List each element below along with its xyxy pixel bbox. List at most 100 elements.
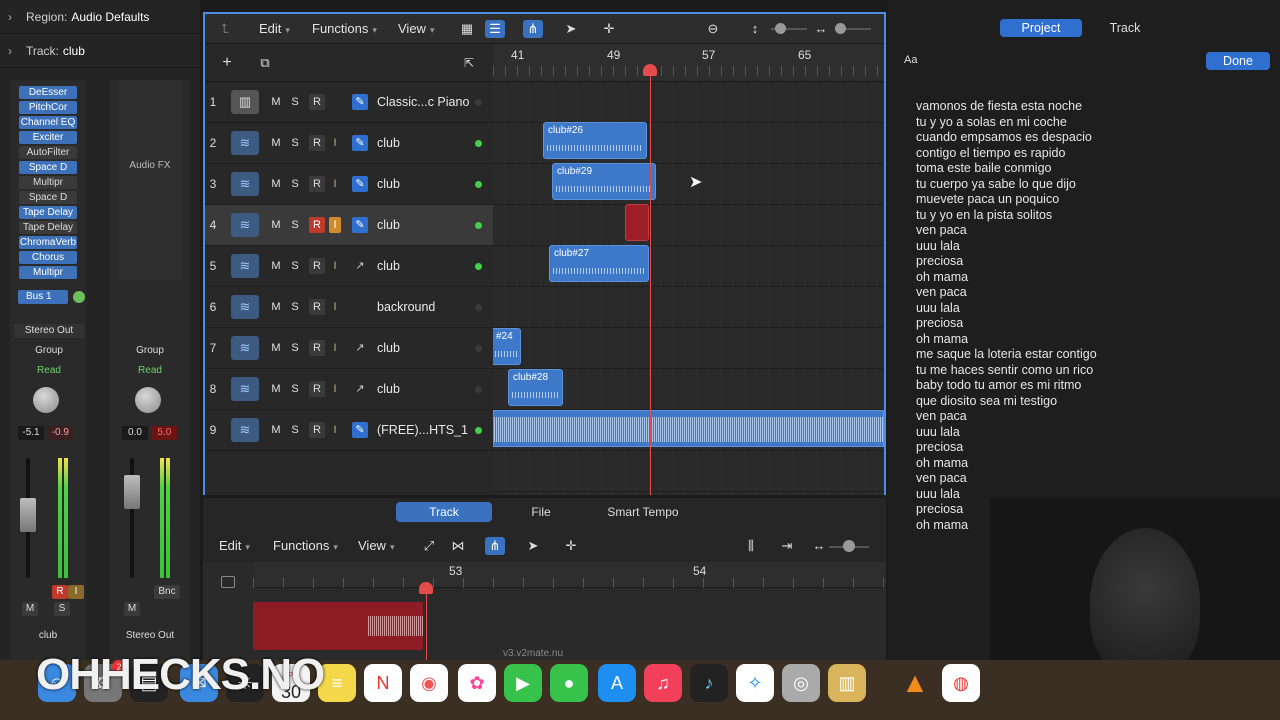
automation-read[interactable]: Read xyxy=(114,365,186,376)
editor-view-menu[interactable]: View ▾ xyxy=(358,536,394,556)
mute-button[interactable]: M xyxy=(269,259,283,273)
track-name[interactable]: (FREE)...HTS_1 xyxy=(377,423,468,437)
record-enable-button[interactable]: R xyxy=(309,135,325,151)
vertical-zoom-icon[interactable]: ↕ xyxy=(745,20,765,38)
audio-region[interactable]: club#26 xyxy=(543,122,647,159)
arrange-area[interactable]: 41 49 57 65 club#26 club#29 club#27 #24 … xyxy=(493,44,884,495)
mute-button[interactable]: M xyxy=(269,300,283,314)
mute-button[interactable]: M xyxy=(22,602,38,616)
automation-icon[interactable]: ↗ xyxy=(352,340,368,356)
plugin-slot[interactable]: Space D xyxy=(19,161,77,174)
catch-icon[interactable] xyxy=(221,576,235,588)
plugin-slot[interactable]: Space D xyxy=(19,191,77,204)
marquee-tool-icon[interactable]: ✛ xyxy=(561,537,581,555)
solo-button[interactable]: S xyxy=(288,95,302,109)
track-row[interactable]: 3 ≋ M S R I ✎ club xyxy=(205,164,493,205)
horizontal-zoom-icon[interactable]: ↔ xyxy=(809,537,829,555)
automation-icon[interactable]: ✎ xyxy=(352,135,368,151)
chrome-icon[interactable]: ◍ xyxy=(942,664,980,702)
facetime-icon[interactable]: ▶ xyxy=(504,664,542,702)
automation-read[interactable]: Read xyxy=(14,365,84,376)
audio-region-beat[interactable] xyxy=(493,410,884,447)
catch-playhead-button[interactable]: ⇱ xyxy=(459,54,479,72)
plugin-slot[interactable]: Tape Delay xyxy=(19,221,77,234)
messages-icon[interactable]: ● xyxy=(550,664,588,702)
functions-menu[interactable]: Functions ▾ xyxy=(312,19,377,39)
automation-icon[interactable]: ✎ xyxy=(352,422,368,438)
vertical-zoom-thumb[interactable] xyxy=(775,23,786,34)
reverse-icon[interactable]: ⋈ xyxy=(448,537,468,555)
input-monitor-button[interactable]: I xyxy=(329,299,341,315)
solo-button[interactable]: S xyxy=(288,382,302,396)
input-monitor-button[interactable]: I xyxy=(329,217,341,233)
tab-smart-tempo[interactable]: Smart Tempo xyxy=(593,502,693,522)
editor-canvas[interactable]: 53 54 v3.v2mate.nu xyxy=(203,562,886,660)
plugin-slot[interactable]: ChromaVerb xyxy=(19,236,77,249)
editor-zoom-thumb[interactable] xyxy=(843,540,855,552)
track-inspector-row[interactable]: › Track: club xyxy=(0,34,200,68)
record-enable-button[interactable]: R xyxy=(309,422,325,438)
back-icon[interactable]: ⮤ xyxy=(215,20,235,38)
editor-functions-menu[interactable]: Functions ▾ xyxy=(273,536,338,556)
mute-button[interactable]: M xyxy=(269,95,283,109)
track-name[interactable]: club xyxy=(377,341,400,355)
plugin-slot[interactable]: Exciter xyxy=(19,131,77,144)
automation-icon[interactable]: ✎ xyxy=(352,94,368,110)
pointer-tool-icon[interactable]: ➤ xyxy=(523,537,543,555)
audio-region[interactable]: club#29 xyxy=(552,163,656,200)
bar-ruler[interactable]: 41 49 57 65 xyxy=(493,44,884,82)
audio-region[interactable]: #24 xyxy=(493,328,521,365)
volume-fader[interactable] xyxy=(124,475,140,509)
audio-region[interactable]: club#28 xyxy=(508,369,563,406)
automation-icon[interactable]: ✎ xyxy=(352,217,368,233)
music-icon[interactable]: ♫ xyxy=(644,664,682,702)
record-enable-button[interactable]: R xyxy=(52,585,68,599)
record-enable-button[interactable]: R xyxy=(309,340,325,356)
input-monitor-button[interactable]: I xyxy=(329,135,341,151)
input-monitor-button[interactable]: I xyxy=(329,258,341,274)
disk-utility-icon[interactable]: ◎ xyxy=(782,664,820,702)
solo-button[interactable]: S xyxy=(288,218,302,232)
flex-icon[interactable]: ⤢ xyxy=(419,537,439,555)
logic-pro-icon[interactable]: ♪ xyxy=(690,664,728,702)
region-inspector-row[interactable]: › Region: Audio Defaults xyxy=(0,0,200,34)
input-monitor-button[interactable]: I xyxy=(329,422,341,438)
track-row[interactable]: 8 ≋ M S R I ↗ club xyxy=(205,369,493,410)
editor-edit-menu[interactable]: Edit ▾ xyxy=(219,536,250,556)
horizontal-zoom-icon[interactable]: ↔ xyxy=(811,20,831,38)
recording-region[interactable] xyxy=(625,204,649,241)
solo-button[interactable]: S xyxy=(54,602,70,616)
plugin-slot[interactable]: Tape Delay xyxy=(19,206,77,219)
solo-button[interactable]: S xyxy=(288,259,302,273)
marquee-tool-icon[interactable]: ✛ xyxy=(599,20,619,38)
input-monitor-button[interactable]: I xyxy=(329,381,341,397)
tab-project[interactable]: Project xyxy=(1000,19,1082,37)
track-row[interactable]: 2 ≋ M S R I ✎ club xyxy=(205,123,493,164)
track-row[interactable]: 9 ≋ M S R I ✎ (FREE)...HTS_1 xyxy=(205,410,493,451)
track-name[interactable]: club xyxy=(377,177,400,191)
plugin-slot[interactable]: Channel EQ xyxy=(19,116,77,129)
automation-icon[interactable]: ↗ xyxy=(352,258,368,274)
waveform-zoom-icon[interactable]: ⊖ xyxy=(703,20,723,38)
record-enable-button[interactable]: R xyxy=(309,299,325,315)
solo-button[interactable]: S xyxy=(288,300,302,314)
record-enable-button[interactable]: R xyxy=(309,217,325,233)
app-store-icon[interactable]: A xyxy=(598,664,636,702)
plugin-slot[interactable]: PitchCor xyxy=(19,101,77,114)
mute-button[interactable]: M xyxy=(269,177,283,191)
plugin-slot[interactable]: DeEsser xyxy=(19,86,77,99)
lyrics-text[interactable]: vamonos de fiesta esta noche tu y yo a so… xyxy=(916,99,1097,533)
track-name[interactable]: club xyxy=(377,136,400,150)
audio-region[interactable]: club#27 xyxy=(549,245,649,282)
duplicate-track-button[interactable]: ⧉ xyxy=(255,54,275,72)
record-enable-button[interactable]: R xyxy=(309,94,325,110)
vlc-icon[interactable]: ▲ xyxy=(896,664,934,702)
recording-waveform-region[interactable] xyxy=(253,602,423,650)
mute-button[interactable]: M xyxy=(269,382,283,396)
chevron-right-icon[interactable]: › xyxy=(8,44,18,58)
font-button[interactable]: Aa xyxy=(904,54,917,66)
add-track-button[interactable]: + xyxy=(217,54,237,72)
record-enable-button[interactable]: R xyxy=(309,176,325,192)
solo-button[interactable]: S xyxy=(288,423,302,437)
send-knob[interactable] xyxy=(73,291,85,303)
